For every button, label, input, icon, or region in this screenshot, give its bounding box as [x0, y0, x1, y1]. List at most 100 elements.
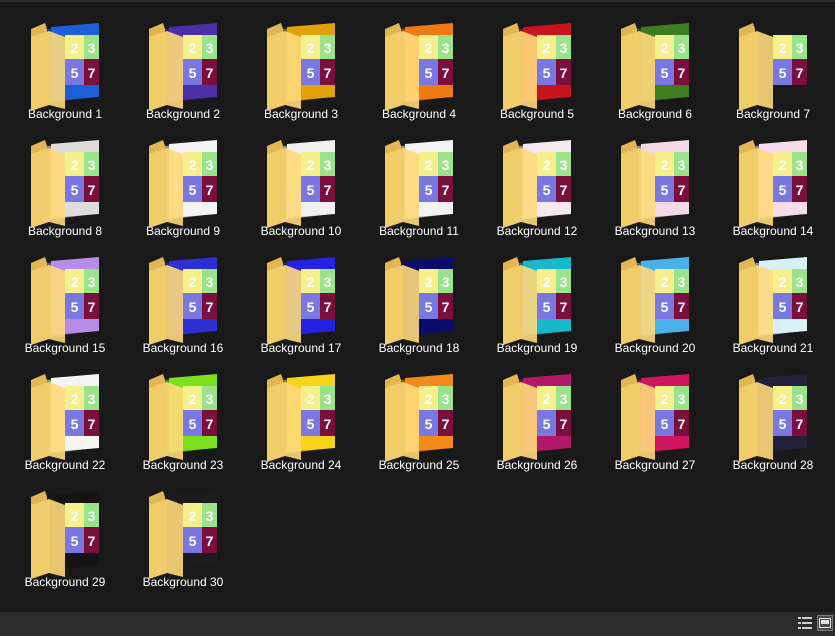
folder-icon: 2357: [25, 253, 105, 345]
svg-text:5: 5: [543, 65, 551, 81]
svg-text:3: 3: [560, 157, 568, 173]
folder-icon: 2357: [497, 136, 577, 228]
svg-text:5: 5: [307, 299, 315, 315]
svg-text:5: 5: [779, 416, 787, 432]
svg-text:3: 3: [796, 157, 804, 173]
folder-item[interactable]: 2 3 5 7 Background 3: [242, 12, 360, 129]
svg-text:2: 2: [189, 40, 197, 56]
svg-text:2: 2: [71, 40, 79, 56]
svg-text:2: 2: [425, 40, 433, 56]
svg-text:2: 2: [543, 274, 551, 290]
svg-text:7: 7: [678, 182, 686, 198]
svg-text:3: 3: [324, 274, 332, 290]
svg-text:3: 3: [678, 274, 686, 290]
folder-icon: 2357: [379, 253, 459, 345]
svg-text:5: 5: [779, 65, 787, 81]
svg-text:3: 3: [796, 274, 804, 290]
folder-item[interactable]: 2 3 5 7 Background 10: [242, 129, 360, 246]
svg-text:5: 5: [543, 416, 551, 432]
svg-text:5: 5: [189, 65, 197, 81]
folder-icon: 2357: [143, 136, 223, 228]
svg-text:5: 5: [189, 533, 197, 549]
folder-item[interactable]: 2 3 5 7 Background 1: [6, 12, 124, 129]
window-top-edge: [0, 0, 835, 2]
folder-item[interactable]: 2 3 5 7 Background 15: [6, 246, 124, 363]
svg-text:7: 7: [206, 299, 214, 315]
folder-item[interactable]: 2 3 5 7 Background 4: [360, 12, 478, 129]
folder-item[interactable]: 2 3 5 7 Background 6: [596, 12, 714, 129]
svg-text:3: 3: [206, 157, 214, 173]
folder-item[interactable]: 2 3 5 7 Background 28: [714, 363, 832, 480]
folder-icon: 2357: [733, 253, 813, 345]
svg-text:2: 2: [779, 274, 787, 290]
folder-icon: 2357: [143, 253, 223, 345]
svg-text:7: 7: [796, 65, 804, 81]
folder-item[interactable]: 2 3 5 7 Background 30: [124, 480, 242, 597]
svg-text:5: 5: [661, 182, 669, 198]
folder-item[interactable]: 2 3 5 7 Background 19: [478, 246, 596, 363]
svg-text:7: 7: [442, 299, 450, 315]
svg-text:3: 3: [88, 40, 96, 56]
svg-text:7: 7: [206, 65, 214, 81]
folder-item[interactable]: 2 3 5 7 Background 20: [596, 246, 714, 363]
folder-item[interactable]: 2 3 5 7 Background 5: [478, 12, 596, 129]
folder-item[interactable]: 2 3 5 7 Background 11: [360, 129, 478, 246]
svg-text:2: 2: [779, 391, 787, 407]
folder-item[interactable]: 2 3 5 7 Background 26: [478, 363, 596, 480]
svg-text:3: 3: [678, 40, 686, 56]
folder-item[interactable]: 2 3 5 7 Background 9: [124, 129, 242, 246]
folder-item[interactable]: 2 3 5 7 Background 29: [6, 480, 124, 597]
folder-item[interactable]: 2 3 5 7 Background 27: [596, 363, 714, 480]
svg-text:7: 7: [796, 182, 804, 198]
folder-item[interactable]: 2 3 5 7 Background 24: [242, 363, 360, 480]
svg-text:7: 7: [324, 416, 332, 432]
folder-item[interactable]: 2 3 5 7 Background 17: [242, 246, 360, 363]
folder-icon: 2357: [615, 19, 695, 111]
folder-icon: 2357: [25, 136, 105, 228]
folder-icon: 2357: [733, 19, 813, 111]
svg-text:7: 7: [88, 416, 96, 432]
folder-item[interactable]: 2 3 5 7 Background 14: [714, 129, 832, 246]
folder-icon: 2357: [143, 487, 223, 579]
svg-text:7: 7: [796, 299, 804, 315]
folder-icon: 2357: [497, 253, 577, 345]
svg-text:2: 2: [71, 157, 79, 173]
svg-text:2: 2: [543, 40, 551, 56]
folder-item[interactable]: 2 3 5 7 Background 7: [714, 12, 832, 129]
folder-icon: 2357: [25, 19, 105, 111]
folder-icon: 2357: [497, 19, 577, 111]
folder-icon: 2357: [261, 370, 341, 462]
svg-text:2: 2: [543, 391, 551, 407]
svg-text:7: 7: [796, 416, 804, 432]
svg-text:7: 7: [678, 299, 686, 315]
folder-item[interactable]: 2 3 5 7 Background 18: [360, 246, 478, 363]
folder-item[interactable]: 2 3 5 7 Background 21: [714, 246, 832, 363]
svg-text:7: 7: [206, 416, 214, 432]
folder-item[interactable]: 2 3 5 7 Background 13: [596, 129, 714, 246]
folder-item[interactable]: 2 3 5 7 Background 16: [124, 246, 242, 363]
svg-text:3: 3: [442, 40, 450, 56]
svg-text:2: 2: [425, 157, 433, 173]
svg-text:7: 7: [88, 182, 96, 198]
svg-text:2: 2: [189, 274, 197, 290]
svg-text:5: 5: [425, 182, 433, 198]
folder-item[interactable]: 2 3 5 7 Background 22: [6, 363, 124, 480]
svg-text:2: 2: [661, 157, 669, 173]
svg-text:3: 3: [442, 274, 450, 290]
svg-text:7: 7: [206, 182, 214, 198]
folder-item[interactable]: 2 3 5 7 Background 12: [478, 129, 596, 246]
svg-text:7: 7: [560, 65, 568, 81]
folder-icon: 2357: [379, 19, 459, 111]
svg-text:2: 2: [189, 508, 197, 524]
svg-text:5: 5: [661, 65, 669, 81]
folder-item[interactable]: 2 3 5 7 Background 2: [124, 12, 242, 129]
folder-item[interactable]: 2 3 5 7 Background 8: [6, 129, 124, 246]
details-view-button[interactable]: [797, 615, 813, 631]
folder-item[interactable]: 2 3 5 7 Background 23: [124, 363, 242, 480]
folder-icon: 2357: [615, 136, 695, 228]
large-icons-view-button[interactable]: [817, 615, 833, 631]
svg-text:3: 3: [206, 391, 214, 407]
svg-text:3: 3: [88, 157, 96, 173]
svg-text:5: 5: [661, 299, 669, 315]
folder-item[interactable]: 2 3 5 7 Background 25: [360, 363, 478, 480]
